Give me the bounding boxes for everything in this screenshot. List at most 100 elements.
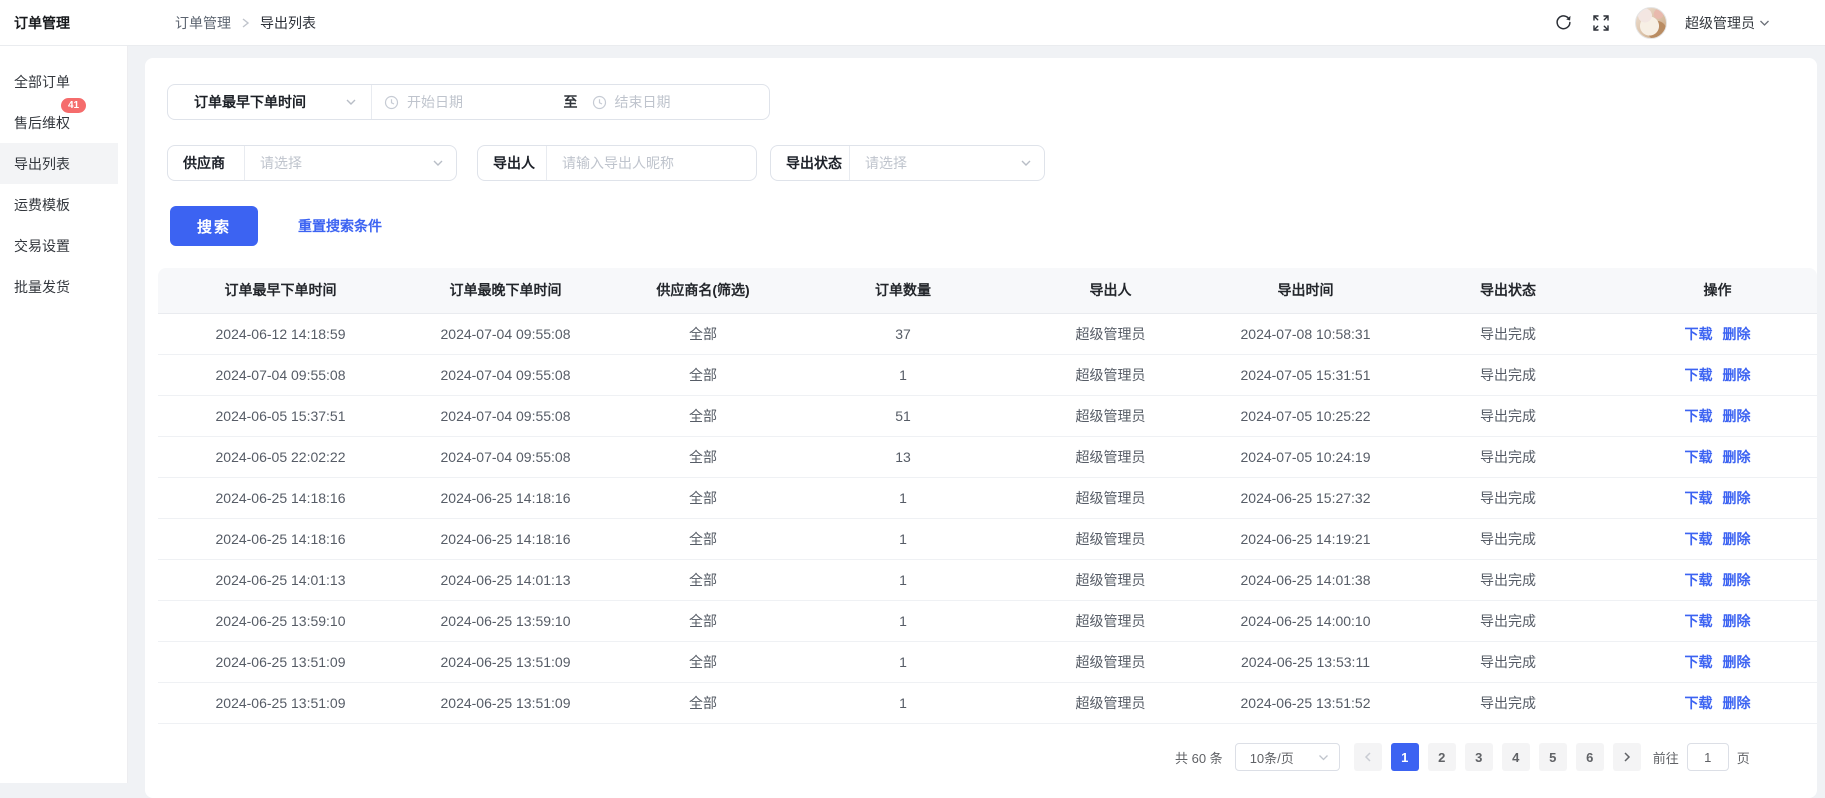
table-cell: 1 <box>798 641 1008 682</box>
breadcrumb-item-current: 导出列表 <box>260 13 316 33</box>
goto-page-input[interactable] <box>1687 743 1729 771</box>
table-cell: 全部 <box>608 641 798 682</box>
supplier-placeholder: 请选择 <box>260 153 302 173</box>
table-cell: 2024-06-25 14:01:13 <box>403 559 608 600</box>
chevron-down-icon <box>1759 19 1770 27</box>
table-cell: 导出完成 <box>1398 436 1618 477</box>
sidebar-item-batch-shipping[interactable]: 批量发货 <box>0 266 127 307</box>
delete-link[interactable]: 删除 <box>1723 408 1751 424</box>
search-button[interactable]: 搜索 <box>170 206 258 246</box>
reset-search-link[interactable]: 重置搜索条件 <box>298 206 382 246</box>
table-cell: 2024-06-25 13:59:10 <box>403 600 608 641</box>
table-cell: 超级管理员 <box>1008 600 1213 641</box>
table-cell: 全部 <box>608 477 798 518</box>
table-cell: 超级管理员 <box>1008 641 1213 682</box>
table-cell: 全部 <box>608 354 798 395</box>
time-filter-group: 订单最早下单时间 开始日期 至 结束日期 <box>167 84 770 120</box>
delete-link[interactable]: 删除 <box>1723 326 1751 342</box>
table-cell: 2024-06-25 14:18:16 <box>158 477 403 518</box>
table-row: 2024-06-12 14:18:592024-07-04 09:55:08全部… <box>158 313 1817 354</box>
sidebar-item-freight-template[interactable]: 运费模板 <box>0 184 127 225</box>
page-button-6[interactable]: 6 <box>1576 743 1604 771</box>
supplier-select[interactable]: 请选择 <box>245 146 456 180</box>
fullscreen-icon[interactable] <box>1591 13 1611 33</box>
clock-icon <box>592 95 607 110</box>
table-cell: 2024-06-25 14:00:10 <box>1213 600 1398 641</box>
sidebar-item-after-sales[interactable]: 售后维权 41 <box>0 102 127 143</box>
col-header: 导出人 <box>1008 268 1213 313</box>
user-menu[interactable]: 超级管理员 <box>1685 13 1770 33</box>
download-link[interactable]: 下载 <box>1685 408 1713 424</box>
avatar[interactable] <box>1635 7 1667 39</box>
download-link[interactable]: 下载 <box>1685 449 1713 465</box>
table-cell: 2024-07-04 09:55:08 <box>403 395 608 436</box>
delete-link[interactable]: 删除 <box>1723 367 1751 383</box>
download-link[interactable]: 下载 <box>1685 326 1713 342</box>
sidebar-item-export-list[interactable]: 导出列表 <box>0 143 118 184</box>
download-link[interactable]: 下载 <box>1685 531 1713 547</box>
download-link[interactable]: 下载 <box>1685 367 1713 383</box>
prev-page-button[interactable] <box>1354 743 1382 771</box>
page-button-3[interactable]: 3 <box>1465 743 1493 771</box>
delete-link[interactable]: 删除 <box>1723 449 1751 465</box>
table-cell: 2024-06-25 14:01:38 <box>1213 559 1398 600</box>
sidebar-item-label: 批量发货 <box>14 277 70 297</box>
clock-icon <box>384 95 399 110</box>
sidebar-item-label: 全部订单 <box>14 72 70 92</box>
exporter-input[interactable] <box>547 146 756 180</box>
download-link[interactable]: 下载 <box>1685 572 1713 588</box>
status-select[interactable]: 请选择 <box>850 146 1044 180</box>
sidebar-item-trade-settings[interactable]: 交易设置 <box>0 225 127 266</box>
download-link[interactable]: 下载 <box>1685 613 1713 629</box>
table-cell: 2024-07-05 10:25:22 <box>1213 395 1398 436</box>
table-cell: 1 <box>798 600 1008 641</box>
actions-cell: 下载删除 <box>1618 518 1817 559</box>
table-cell: 37 <box>798 313 1008 354</box>
time-type-select[interactable]: 订单最早下单时间 <box>168 85 371 119</box>
end-date-input[interactable]: 结束日期 <box>580 85 770 119</box>
app-title: 订单管理 <box>0 13 128 33</box>
table-cell: 2024-06-25 14:18:16 <box>158 518 403 559</box>
actions-cell: 下载删除 <box>1618 313 1817 354</box>
delete-link[interactable]: 删除 <box>1723 490 1751 506</box>
exporter-label: 导出人 <box>478 146 546 180</box>
chevron-down-icon <box>1318 754 1329 761</box>
status-label: 导出状态 <box>771 146 849 180</box>
exporter-filter-group: 导出人 <box>477 145 757 181</box>
next-page-button[interactable] <box>1613 743 1641 771</box>
download-link[interactable]: 下载 <box>1685 490 1713 506</box>
page-button-5[interactable]: 5 <box>1539 743 1567 771</box>
refresh-icon[interactable] <box>1553 13 1573 33</box>
page-button-2[interactable]: 2 <box>1428 743 1456 771</box>
sidebar-item-all-orders[interactable]: 全部订单 <box>0 61 127 102</box>
table-cell: 导出完成 <box>1398 641 1618 682</box>
table-cell: 1 <box>798 682 1008 723</box>
status-filter-group: 导出状态 请选择 <box>770 145 1045 181</box>
sidebar: 全部订单 售后维权 41 导出列表 运费模板 交易设置 批量发货 <box>0 46 128 783</box>
download-link[interactable]: 下载 <box>1685 654 1713 670</box>
table-cell: 2024-06-25 15:27:32 <box>1213 477 1398 518</box>
delete-link[interactable]: 删除 <box>1723 572 1751 588</box>
delete-link[interactable]: 删除 <box>1723 613 1751 629</box>
table-cell: 超级管理员 <box>1008 477 1213 518</box>
table-cell: 1 <box>798 477 1008 518</box>
delete-link[interactable]: 删除 <box>1723 695 1751 711</box>
sidebar-menu: 全部订单 售后维权 41 导出列表 运费模板 交易设置 批量发货 <box>0 61 127 307</box>
page-button-1[interactable]: 1 <box>1391 743 1419 771</box>
table-cell: 1 <box>798 559 1008 600</box>
table-cell: 2024-06-25 13:51:09 <box>403 641 608 682</box>
delete-link[interactable]: 删除 <box>1723 654 1751 670</box>
start-date-input[interactable]: 开始日期 <box>372 85 562 119</box>
table-cell: 导出完成 <box>1398 477 1618 518</box>
delete-link[interactable]: 删除 <box>1723 531 1751 547</box>
page-size-select[interactable]: 10条/页 <box>1235 743 1340 771</box>
page-button-4[interactable]: 4 <box>1502 743 1530 771</box>
table-cell: 导出完成 <box>1398 559 1618 600</box>
table-cell: 超级管理员 <box>1008 395 1213 436</box>
table-cell: 2024-06-25 13:51:09 <box>403 682 608 723</box>
breadcrumb-item[interactable]: 订单管理 <box>175 13 231 33</box>
download-link[interactable]: 下载 <box>1685 695 1713 711</box>
table-row: 2024-07-04 09:55:082024-07-04 09:55:08全部… <box>158 354 1817 395</box>
table-row: 2024-06-05 15:37:512024-07-04 09:55:08全部… <box>158 395 1817 436</box>
table-cell: 2024-07-04 09:55:08 <box>403 436 608 477</box>
